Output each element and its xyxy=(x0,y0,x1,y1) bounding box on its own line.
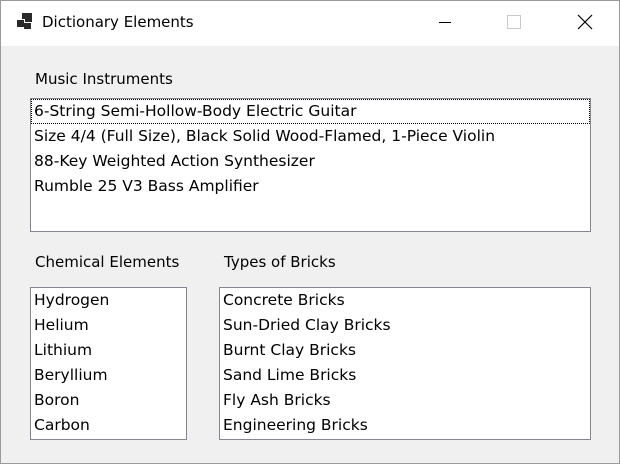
maximize-icon xyxy=(506,14,522,34)
dictionary-elements-window: Dictionary Elements Music Instruments 6-… xyxy=(0,0,620,464)
title-bar[interactable]: Dictionary Elements xyxy=(1,1,619,46)
maximize-button xyxy=(491,1,537,46)
bricks-label: Types of Bricks xyxy=(224,253,336,271)
list-item[interactable]: Engineering Bricks xyxy=(220,413,590,438)
list-item[interactable]: Helium xyxy=(31,313,186,338)
window-title: Dictionary Elements xyxy=(42,13,194,31)
chemicals-label: Chemical Elements xyxy=(35,253,180,271)
list-item[interactable]: Size 4/4 (Full Size), Black Solid Wood-F… xyxy=(31,124,590,149)
list-item[interactable]: Hydrogen xyxy=(31,288,186,313)
close-button[interactable] xyxy=(562,1,608,46)
window-stack-icon xyxy=(15,13,35,33)
bricks-listbox[interactable]: Concrete Bricks Sun-Dried Clay Bricks Bu… xyxy=(219,287,591,440)
list-item[interactable]: Concrete Bricks xyxy=(220,288,590,313)
list-item[interactable]: Fly Ash Bricks xyxy=(220,388,590,413)
list-item[interactable]: 88-Key Weighted Action Synthesizer xyxy=(31,149,590,174)
list-item[interactable]: Burnt Clay Bricks xyxy=(220,338,590,363)
list-item[interactable]: Rumble 25 V3 Bass Amplifier xyxy=(31,174,590,199)
list-item[interactable]: Carbon xyxy=(31,413,186,438)
chemicals-listbox[interactable]: Hydrogen Helium Lithium Beryllium Boron … xyxy=(30,287,187,440)
instruments-listbox[interactable]: 6-String Semi-Hollow-Body Electric Guita… xyxy=(30,98,591,232)
minimize-icon xyxy=(437,14,453,34)
instruments-label: Music Instruments xyxy=(35,70,173,88)
list-item[interactable]: Sun-Dried Clay Bricks xyxy=(220,313,590,338)
close-icon xyxy=(577,14,593,34)
list-item[interactable]: Lithium xyxy=(31,338,186,363)
list-item[interactable]: 6-String Semi-Hollow-Body Electric Guita… xyxy=(31,99,590,124)
list-item[interactable]: Boron xyxy=(31,388,186,413)
list-item[interactable]: Beryllium xyxy=(31,363,186,388)
minimize-button[interactable] xyxy=(422,1,468,46)
list-item[interactable]: Sand Lime Bricks xyxy=(220,363,590,388)
